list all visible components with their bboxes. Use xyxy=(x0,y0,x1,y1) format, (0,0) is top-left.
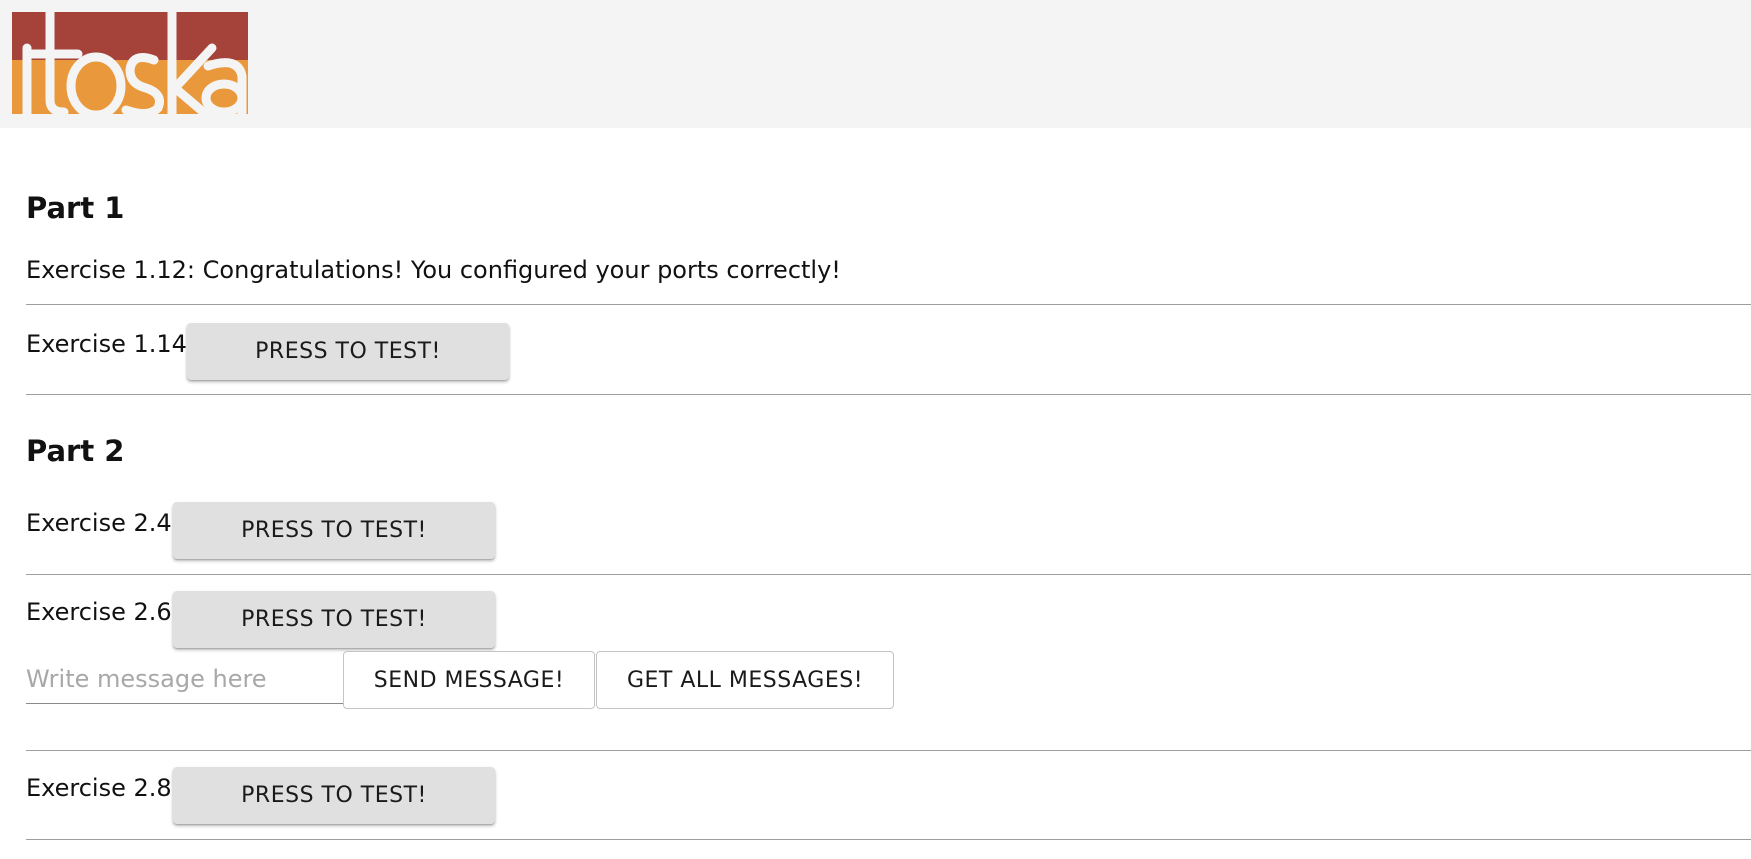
divider xyxy=(26,574,1751,575)
exercise-2-8-test-button[interactable]: PRESS TO TEST! xyxy=(173,767,495,824)
exercise-1-12: Exercise 1.12: Congratulations! You conf… xyxy=(26,255,841,285)
exercise-2-8-label: Exercise 2.8: xyxy=(26,774,180,802)
exercise-1-14-test-button[interactable]: PRESS TO TEST! xyxy=(187,323,509,380)
exercise-1-12-message: Congratulations! You configured your por… xyxy=(202,256,841,284)
divider xyxy=(26,304,1751,305)
divider xyxy=(26,750,1751,751)
logo xyxy=(12,12,248,114)
exercise-2-4-label: Exercise 2.4: xyxy=(26,509,180,537)
message-input[interactable] xyxy=(26,655,344,704)
part2-title: Part 2 xyxy=(26,434,125,468)
divider xyxy=(26,394,1751,395)
send-message-button[interactable]: SEND MESSAGE! xyxy=(343,651,595,709)
exercise-1-14-label: Exercise 1.14: xyxy=(26,330,196,358)
exercise-2-6-label: Exercise 2.6: xyxy=(26,598,180,626)
exercise-2-6-test-button[interactable]: PRESS TO TEST! xyxy=(173,591,495,648)
get-all-messages-button[interactable]: GET ALL MESSAGES! xyxy=(596,651,894,709)
header-bar xyxy=(0,0,1751,128)
exercise-1-12-label: Exercise 1.12: xyxy=(26,256,196,284)
exercise-2-4-test-button[interactable]: PRESS TO TEST! xyxy=(173,502,495,559)
divider xyxy=(26,839,1751,840)
part1-title: Part 1 xyxy=(26,191,125,225)
